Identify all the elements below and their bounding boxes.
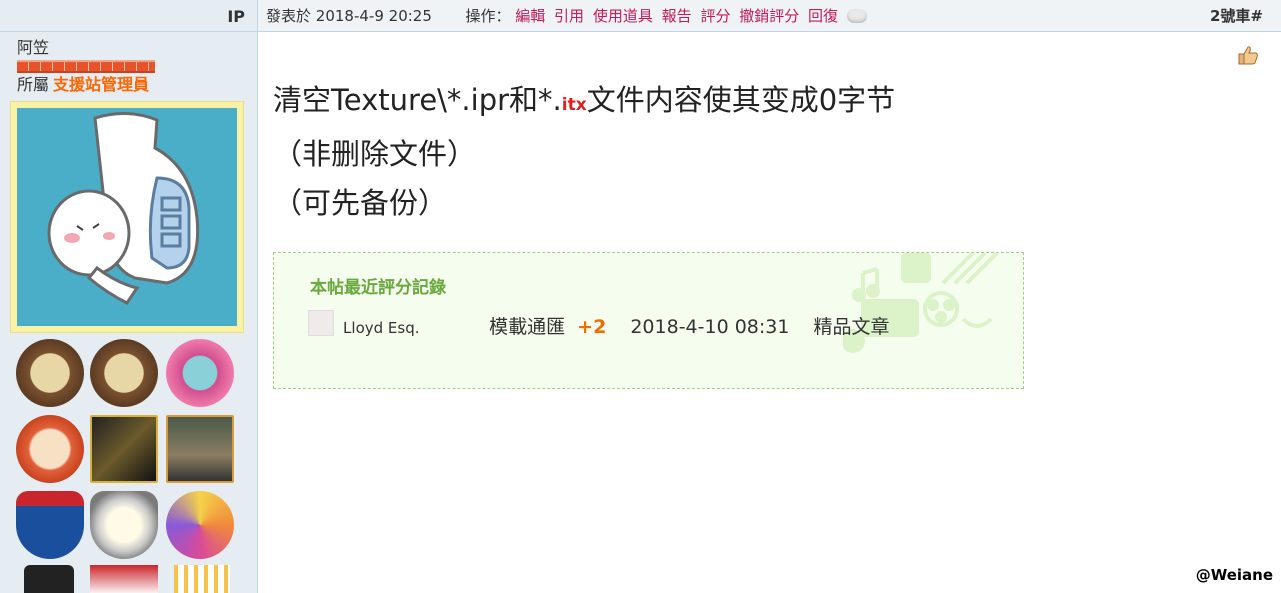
post-header: 發表於 2018-4-9 20:25 操作： 編輯 引用 使用道具 報告 評分 …: [258, 0, 1281, 32]
post-body: 清空Texture\*.ipr和*.itx文件内容使其变成0字节 （非删除文件）…: [273, 76, 895, 228]
use-item-link[interactable]: 使用道具: [593, 7, 653, 25]
author-info: 阿笠 所屬 支援站管理員: [0, 32, 257, 95]
medal-6th-icon[interactable]: [16, 415, 84, 483]
rating-row: Lloyd Esq. 模載通匯 +2 2018-4-10 08:31 精品文章: [308, 307, 928, 348]
rater-avatar[interactable]: [308, 310, 334, 336]
rating-score: +2: [577, 316, 607, 338]
rating-title: 本帖最近評分記錄: [310, 278, 446, 298]
watermark: @Weiane: [1195, 566, 1273, 584]
medal-enthusiast-icon[interactable]: [166, 339, 234, 407]
sidebar-header: IP: [0, 0, 257, 32]
medal-bus-icon[interactable]: [166, 415, 234, 483]
reply-link[interactable]: 回復: [808, 7, 838, 25]
avatar-image: [17, 108, 237, 326]
rating-date: 2018-4-10 08:31: [630, 316, 790, 338]
post-line-1-part-b: 文件内容使其变成0字节: [586, 83, 896, 117]
post-line-1: 清空Texture\*.ipr和*.itx文件内容使其变成0字节: [273, 76, 895, 130]
posted-time: 2018-4-9 20:25: [315, 7, 432, 25]
post-line-3: （可先备份）: [273, 186, 448, 220]
posted-prefix: 發表於: [266, 7, 312, 25]
medal-7th-icon[interactable]: [16, 491, 84, 559]
ip-label[interactable]: IP: [227, 7, 245, 26]
avatar-illustration: [17, 108, 237, 326]
rating-type: 模載通匯: [489, 316, 566, 338]
rate-link[interactable]: 評分: [700, 7, 730, 25]
medal-iro-icon[interactable]: [90, 415, 158, 483]
medal-truck-icon[interactable]: [24, 565, 74, 593]
level-bar: [17, 60, 155, 73]
thumbs-up-icon[interactable]: [1237, 44, 1259, 66]
rating-record: 本帖最近評分記錄 Lloyd Esq. 模載通匯 +2 2018-4-10 08…: [273, 252, 1024, 389]
post-meta: 發表於 2018-4-9 20:25 操作： 編輯 引用 使用道具 報告 評分 …: [266, 5, 867, 26]
author-sidebar: IP 阿笠 所屬 支援站管理員: [0, 0, 258, 593]
post-line-1-part-a: 清空Texture\*.ipr和*.: [273, 83, 562, 117]
floor-number[interactable]: 2號車#: [1210, 5, 1263, 26]
medal-8-ring-icon[interactable]: [166, 491, 234, 559]
group-name[interactable]: 支援站管理員: [53, 75, 149, 94]
author-group: 所屬 支援站管理員: [17, 75, 257, 95]
author-name[interactable]: 阿笠: [17, 38, 257, 58]
medal-contribution-icon[interactable]: [90, 339, 158, 407]
medal-candles-icon[interactable]: [174, 565, 230, 593]
rating-reason: 精品文章: [813, 316, 890, 338]
group-prefix: 所屬: [17, 75, 50, 94]
medal-lifetime-icon[interactable]: [16, 339, 84, 407]
actions-label: 操作：: [465, 7, 511, 25]
remove-rate-link[interactable]: 撤銷評分: [739, 7, 799, 25]
post-line-2: （非删除文件）: [273, 137, 477, 171]
post-line-1-itx: itx: [561, 95, 587, 115]
quote-link[interactable]: 引用: [554, 7, 584, 25]
medal-8-icon[interactable]: [90, 491, 158, 559]
report-link[interactable]: 報告: [662, 7, 692, 25]
author-avatar[interactable]: [10, 101, 244, 333]
edit-link[interactable]: 編輯: [515, 7, 545, 25]
more-toggle-icon[interactable]: [846, 9, 867, 23]
medal-sign-icon[interactable]: [90, 565, 158, 593]
rater-name[interactable]: Lloyd Esq.: [343, 308, 483, 348]
